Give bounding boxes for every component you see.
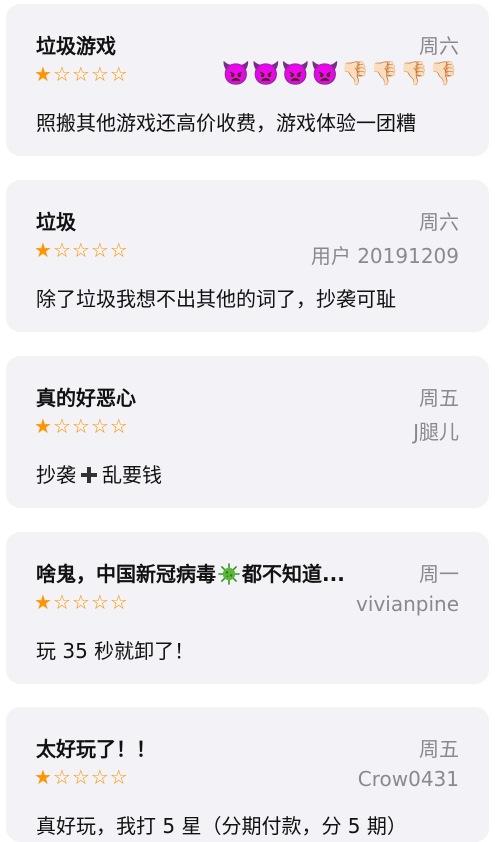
review-author: 用户 20191209: [310, 244, 459, 268]
review-body: 真好玩，我打 5 星（分期付款，分 5 期）: [36, 814, 407, 838]
star-rating: ★☆☆☆☆: [34, 414, 129, 438]
star-empty-icon: ☆: [71, 62, 91, 86]
review-card[interactable]: 垃圾 周六 ★☆☆☆☆ 用户 20191209 除了垃圾我想不出其他的词了，抄袭…: [6, 180, 489, 332]
star-empty-icon: ☆: [90, 238, 110, 262]
review-title: 太好玩了！！: [36, 737, 156, 761]
review-title-text: 都不知道...: [242, 562, 345, 586]
review-date: 周六: [419, 210, 459, 234]
review-date: 周五: [419, 386, 459, 410]
review-body-text: 乱要钱: [102, 463, 162, 487]
review-title: 啥鬼，中国新冠病毒 都不知道...: [36, 558, 345, 587]
star-rating: ★☆☆☆☆: [34, 765, 129, 789]
review-list: 垃圾游戏 周六 ★☆☆☆☆ 👿👿👿👿👎🏻👎🏻👎🏻👎🏻 照搬其他游戏还高价收费，游…: [0, 0, 495, 842]
star-empty-icon: ☆: [52, 62, 72, 86]
star-filled-icon: ★: [34, 765, 53, 789]
star-empty-icon: ☆: [90, 590, 110, 614]
review-date: 周一: [419, 562, 459, 586]
review-title: 垃圾游戏: [36, 34, 116, 58]
review-title-text: 啥鬼，中国新冠病毒: [36, 562, 216, 586]
review-body-text: 抄袭: [36, 463, 76, 487]
star-filled-icon: ★: [34, 414, 53, 438]
star-empty-icon: ☆: [52, 590, 72, 614]
review-body: 除了垃圾我想不出其他的词了，抄袭可耻: [36, 287, 396, 311]
plus-icon: [81, 467, 97, 483]
star-rating: ★☆☆☆☆: [34, 238, 129, 262]
star-empty-icon: ☆: [71, 238, 91, 262]
review-body: 照搬其他游戏还高价收费，游戏体验一团糟: [36, 111, 416, 135]
star-filled-icon: ★: [34, 238, 53, 262]
star-empty-icon: ☆: [71, 590, 91, 614]
star-empty-icon: ☆: [109, 238, 129, 262]
review-card[interactable]: 太好玩了！！ 周五 ★☆☆☆☆ Crow0431 真好玩，我打 5 星（分期付款…: [6, 707, 489, 842]
review-card[interactable]: 真的好恶心 周五 ★☆☆☆☆ J腿儿 抄袭 乱要钱: [6, 356, 489, 508]
emoji-row: 👿👿👿👿👎🏻👎🏻👎🏻👎🏻: [221, 61, 459, 87]
review-title: 真的好恶心: [36, 386, 136, 410]
star-empty-icon: ☆: [109, 590, 129, 614]
star-empty-icon: ☆: [109, 414, 129, 438]
star-empty-icon: ☆: [109, 62, 129, 86]
star-empty-icon: ☆: [90, 62, 110, 86]
star-empty-icon: ☆: [52, 414, 72, 438]
star-empty-icon: ☆: [71, 765, 91, 789]
star-empty-icon: ☆: [52, 765, 72, 789]
star-empty-icon: ☆: [71, 414, 91, 438]
review-card[interactable]: 垃圾游戏 周六 ★☆☆☆☆ 👿👿👿👿👎🏻👎🏻👎🏻👎🏻 照搬其他游戏还高价收费，游…: [6, 4, 489, 156]
star-rating: ★☆☆☆☆: [34, 62, 129, 86]
star-rating: ★☆☆☆☆: [34, 590, 129, 614]
star-empty-icon: ☆: [90, 414, 110, 438]
review-date: 周五: [419, 737, 459, 761]
review-body: 玩 35 秒就卸了！: [36, 639, 195, 663]
review-card[interactable]: 啥鬼，中国新冠病毒 都不知道... 周一 ★☆☆☆☆ vivianpine 玩 …: [6, 532, 489, 684]
star-empty-icon: ☆: [52, 238, 72, 262]
star-empty-icon: ☆: [90, 765, 110, 789]
star-filled-icon: ★: [34, 590, 53, 614]
review-author: J腿儿: [413, 420, 459, 444]
review-author: vivianpine: [356, 592, 459, 616]
star-empty-icon: ☆: [109, 765, 129, 789]
star-filled-icon: ★: [34, 62, 53, 86]
review-body: 抄袭 乱要钱: [36, 459, 162, 488]
review-title: 垃圾: [36, 210, 76, 234]
virus-icon: [218, 563, 240, 585]
review-author: Crow0431: [357, 767, 459, 791]
review-date: 周六: [419, 34, 459, 58]
